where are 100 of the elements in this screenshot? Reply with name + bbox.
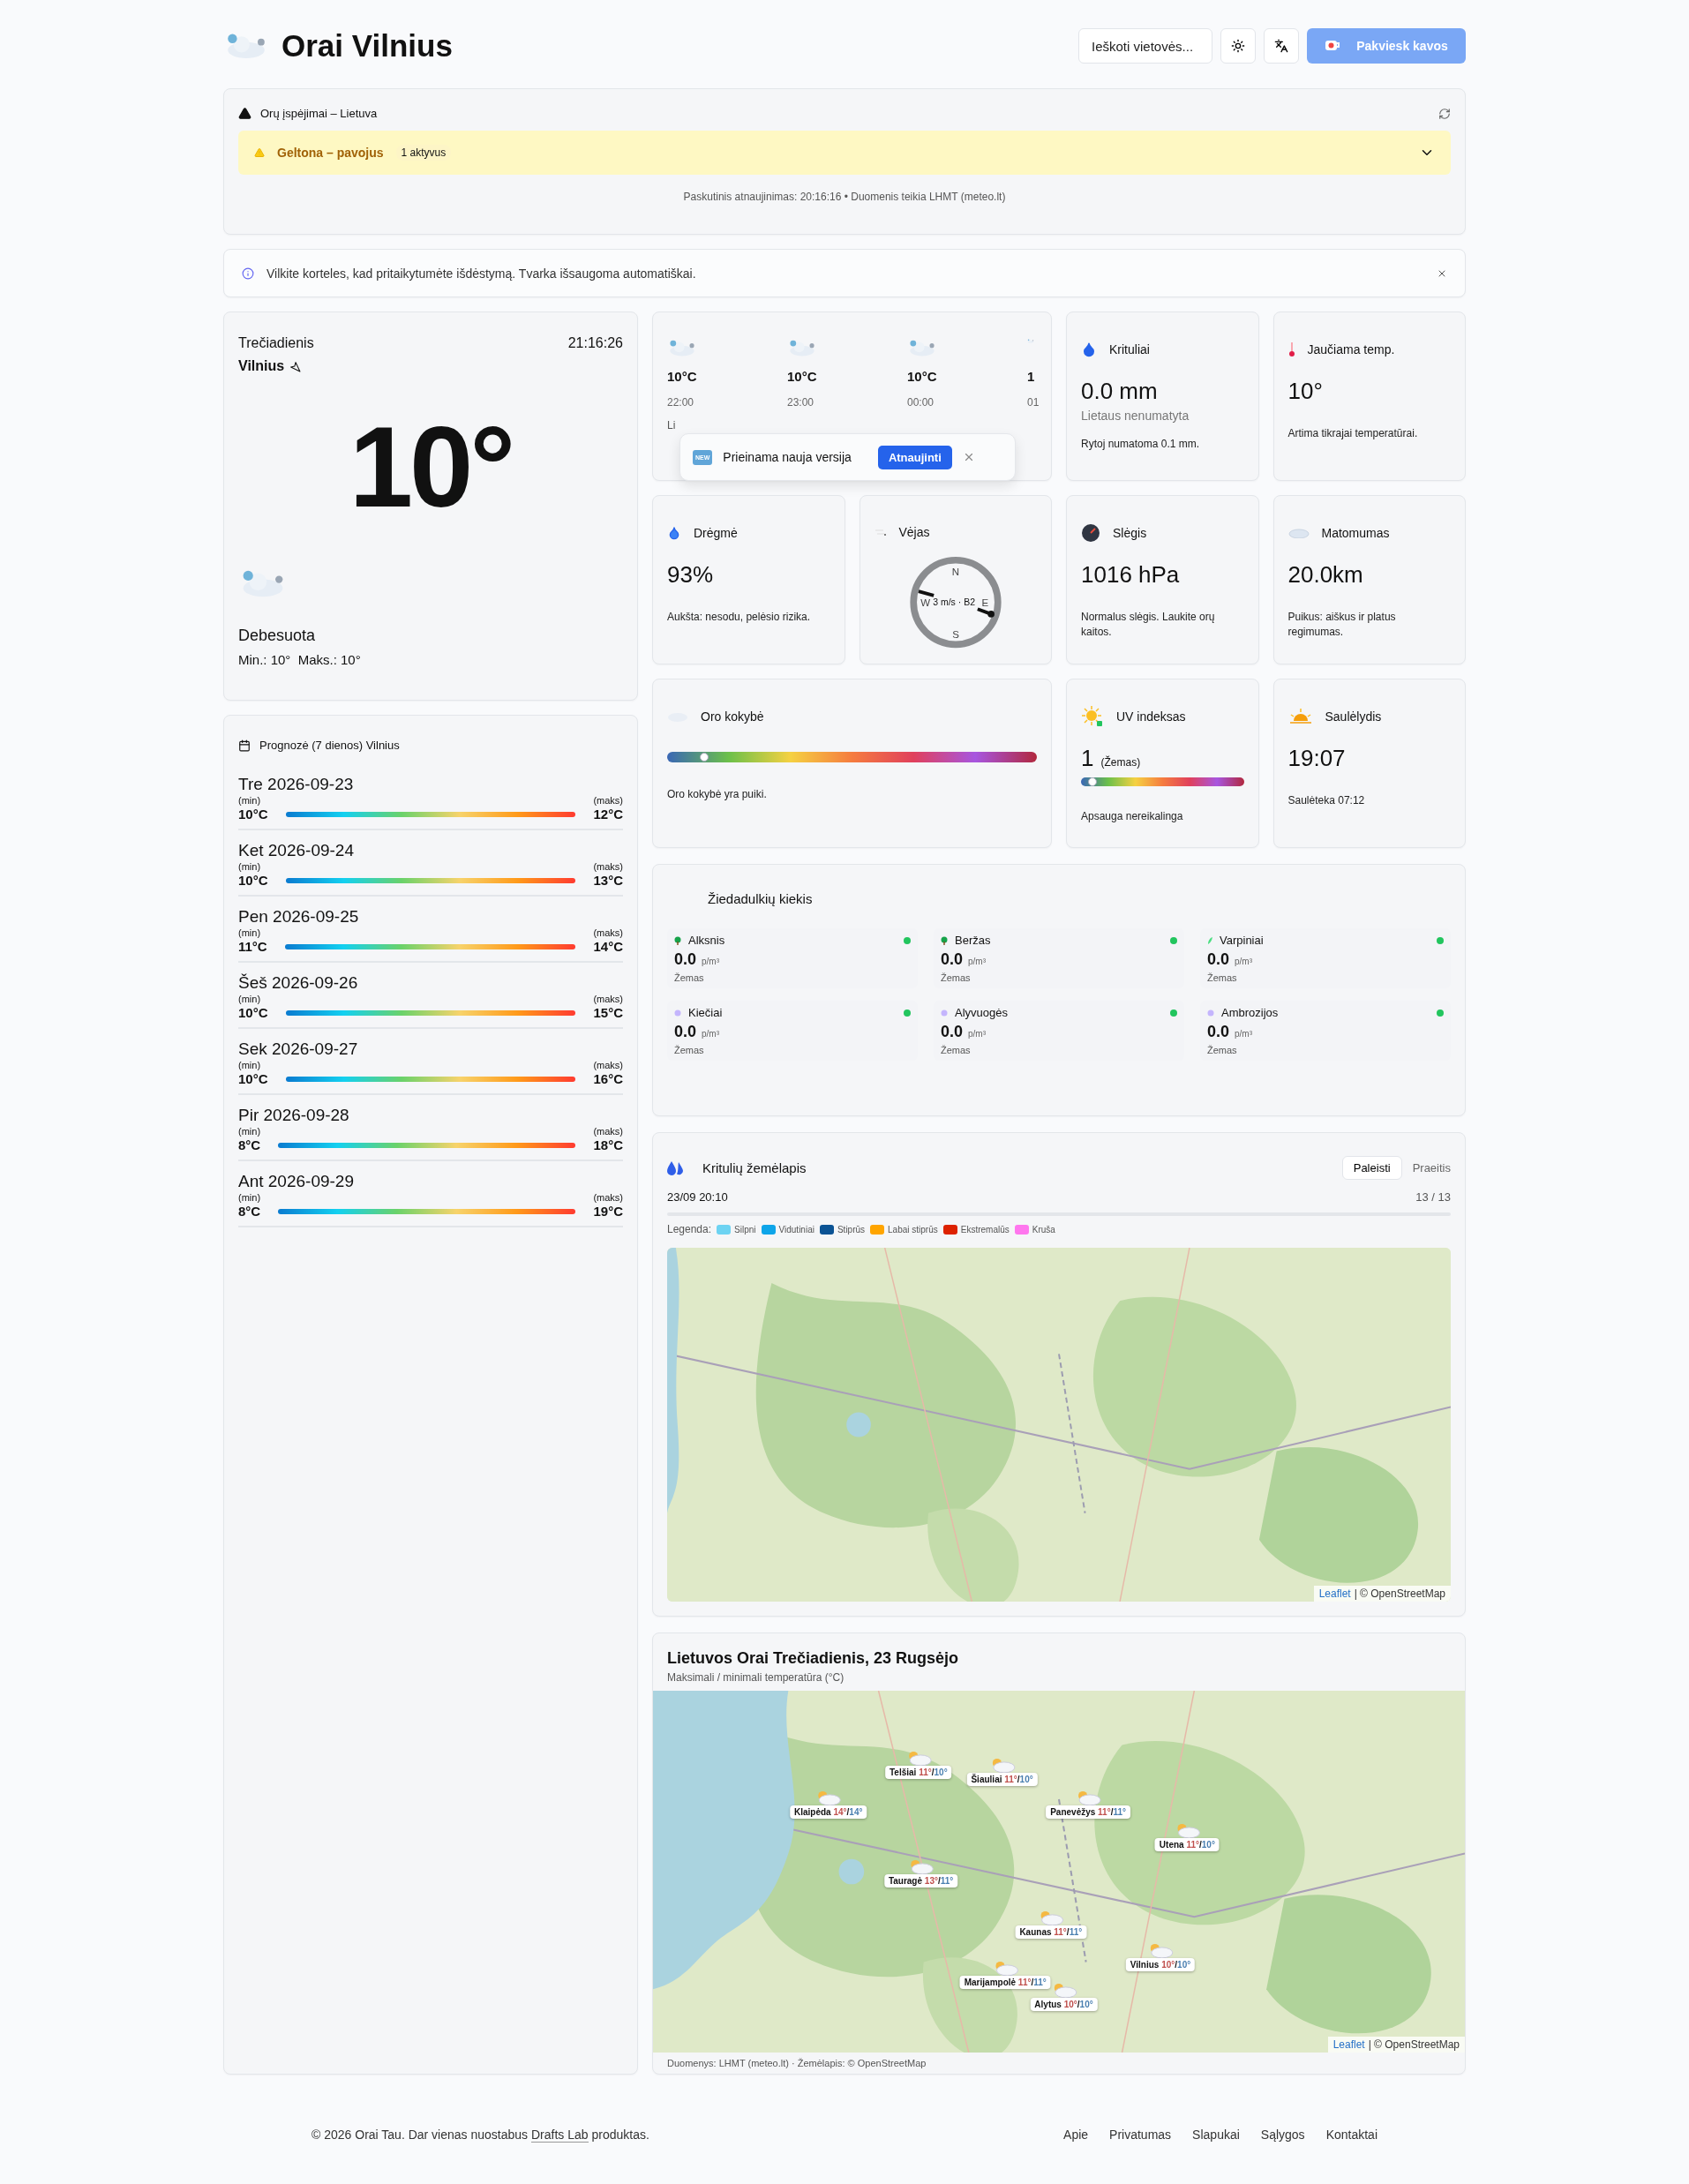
hour-temperature: 1 bbox=[1027, 369, 1036, 385]
drafts-lab-link[interactable]: Drafts Lab bbox=[531, 2128, 589, 2143]
pollen-unit: p/m³ bbox=[702, 1029, 720, 1039]
location-icon bbox=[289, 360, 302, 372]
hour-temperature: 10°C bbox=[787, 369, 818, 385]
card-note: Oro kokybė yra puiki. bbox=[667, 787, 768, 802]
search-field[interactable]: Ieškoti vietovės... bbox=[1078, 28, 1212, 64]
clock-time: 21:16:26 bbox=[567, 335, 623, 351]
map-attribution: | © OpenStreetMap bbox=[1368, 2038, 1460, 2051]
max-temperature: 16°C bbox=[593, 1071, 623, 1086]
uv-rating: (Žemas) bbox=[1100, 756, 1141, 769]
app-title: Orai Vilnius bbox=[282, 28, 453, 64]
max-label: (maks) bbox=[593, 861, 623, 872]
forecast-date: Pir 2026-09-28 bbox=[238, 1106, 350, 1125]
min-max-text: Min.: 10° Maks.: 10° bbox=[238, 651, 362, 667]
min-label: (min) bbox=[238, 861, 261, 872]
pollen-name: Alksnis bbox=[688, 934, 725, 947]
map-attribution: | © OpenStreetMap bbox=[1354, 1587, 1445, 1600]
max-temperature: 19°C bbox=[593, 1204, 623, 1219]
footer-link[interactable]: Slapukai bbox=[1192, 2128, 1240, 2142]
min-label: (min) bbox=[238, 927, 261, 938]
max-temperature: 18°C bbox=[593, 1137, 623, 1152]
frame-counter: 13 / 13 bbox=[1415, 1190, 1451, 1204]
card-title: Slėgis bbox=[1113, 526, 1147, 540]
card-value: 20.0km bbox=[1287, 561, 1364, 589]
pollen-value: 0.0 bbox=[941, 950, 964, 969]
language-button[interactable] bbox=[1264, 28, 1299, 64]
map-subtitle: Maksimali / minimali temperatūra (°C) bbox=[667, 1671, 845, 1684]
max-temperature: 14°C bbox=[593, 939, 623, 954]
radar-title: Kritulių žemėlapis bbox=[702, 1160, 807, 1175]
raindrop-icon bbox=[1081, 341, 1097, 357]
leaf-icon bbox=[1207, 936, 1212, 944]
leaflet-link[interactable]: Leaflet bbox=[1318, 1587, 1351, 1600]
legend-item: Stiprūs bbox=[837, 1224, 866, 1235]
hour-time: 00:00 bbox=[907, 396, 935, 409]
hourly-note: Li bbox=[667, 419, 676, 432]
leaflet-link[interactable]: Leaflet bbox=[1332, 2038, 1365, 2051]
forecast-date: Ket 2026-09-24 bbox=[238, 841, 355, 860]
pollen-name: Kiečiai bbox=[688, 1006, 723, 1019]
info-icon bbox=[242, 266, 254, 280]
card-value: 0.0 mm bbox=[1081, 378, 1159, 405]
city-marker: Šiauliai 11°/10° bbox=[966, 1773, 1038, 1787]
pollen-title: Žiedadulkių kiekis bbox=[708, 891, 813, 906]
pollen-rating: Žemas bbox=[674, 972, 705, 983]
hour-time: 22:00 bbox=[667, 396, 695, 409]
update-button[interactable]: Atnaujinti bbox=[877, 445, 952, 469]
alerts-title: Orų įspėjimai – Lietuva bbox=[260, 107, 378, 120]
pollen-value: 0.0 bbox=[674, 1023, 697, 1041]
tree-icon bbox=[941, 935, 948, 945]
pollen-unit: p/m³ bbox=[968, 957, 987, 966]
wind-speed: 3 m/s · B2 bbox=[932, 597, 975, 608]
max-label: (maks) bbox=[593, 795, 623, 806]
card-value: 93% bbox=[667, 561, 715, 589]
past-button[interactable]: Praeitis bbox=[1412, 1161, 1451, 1175]
footer-link[interactable]: Privatumas bbox=[1109, 2128, 1172, 2142]
sun-icon bbox=[1231, 39, 1245, 53]
footer-link[interactable]: Sąlygos bbox=[1260, 2128, 1305, 2142]
max-temperature: 12°C bbox=[593, 807, 623, 822]
min-label: (min) bbox=[238, 1192, 261, 1203]
card-title: Vėjas bbox=[898, 525, 930, 540]
warning-label: Geltona – pavojus bbox=[277, 146, 384, 160]
card-note: Apsauga nereikalinga bbox=[1081, 809, 1184, 824]
footer-link[interactable]: Apie bbox=[1063, 2128, 1089, 2142]
card-title: Saulėlydis bbox=[1325, 709, 1382, 724]
legend-item: Silpni bbox=[734, 1224, 756, 1235]
toast-text: Prieinama nauja versija bbox=[723, 450, 852, 464]
map-title: Lietuvos Orai Trečiadienis, 23 Rugsėjo bbox=[667, 1649, 960, 1668]
footer-link[interactable]: Kontaktai bbox=[1325, 2128, 1377, 2142]
min-label: (min) bbox=[238, 1060, 261, 1070]
copyright-text: © 2026 Orai Tau. Dar vienas nuostabus Drafts Lab produktas. bbox=[312, 2128, 649, 2142]
flower-icon bbox=[1207, 1009, 1214, 1017]
card-note: Aukšta: nesodu, pelėsio rizika. bbox=[667, 610, 812, 625]
compass-letter: E bbox=[981, 597, 989, 609]
forecast-title: Prognozė (7 dienos) Vilnius bbox=[259, 739, 400, 752]
pollen-rating: Žemas bbox=[941, 972, 972, 983]
max-temperature: 15°C bbox=[593, 1005, 623, 1020]
droplet-icon bbox=[667, 526, 681, 540]
cloud-icon bbox=[1027, 339, 1034, 343]
hour-temperature: 10°C bbox=[907, 369, 938, 385]
refresh-icon[interactable] bbox=[1438, 107, 1451, 120]
city-marker: Tauragė 13°/11° bbox=[883, 1874, 958, 1888]
play-button[interactable]: Paleisti bbox=[1341, 1156, 1402, 1180]
min-temperature: 8°C bbox=[238, 1204, 261, 1219]
tree-icon bbox=[674, 935, 681, 945]
min-label: (min) bbox=[238, 994, 261, 1004]
condition-text: Debesuota bbox=[238, 626, 317, 645]
card-subtitle: Lietaus nenumatyta bbox=[1081, 409, 1190, 423]
card-value: 10° bbox=[1287, 378, 1324, 405]
pollen-unit: p/m³ bbox=[702, 957, 720, 966]
pollen-rating: Žemas bbox=[1207, 972, 1238, 983]
max-label: (maks) bbox=[593, 1192, 623, 1203]
pollen-unit: p/m³ bbox=[968, 1029, 987, 1039]
warning-bar[interactable]: Geltona – pavojus 1 aktyvus bbox=[238, 131, 1451, 175]
min-temperature: 10°C bbox=[238, 1071, 268, 1086]
current-temperature: 10° bbox=[348, 409, 514, 524]
card-title: Matomumas bbox=[1321, 526, 1390, 540]
legend-item: Vidutiniai bbox=[778, 1224, 814, 1235]
legend-item: Kruša bbox=[1032, 1224, 1055, 1235]
theme-button[interactable] bbox=[1220, 28, 1256, 64]
cloud-icon bbox=[907, 339, 937, 357]
